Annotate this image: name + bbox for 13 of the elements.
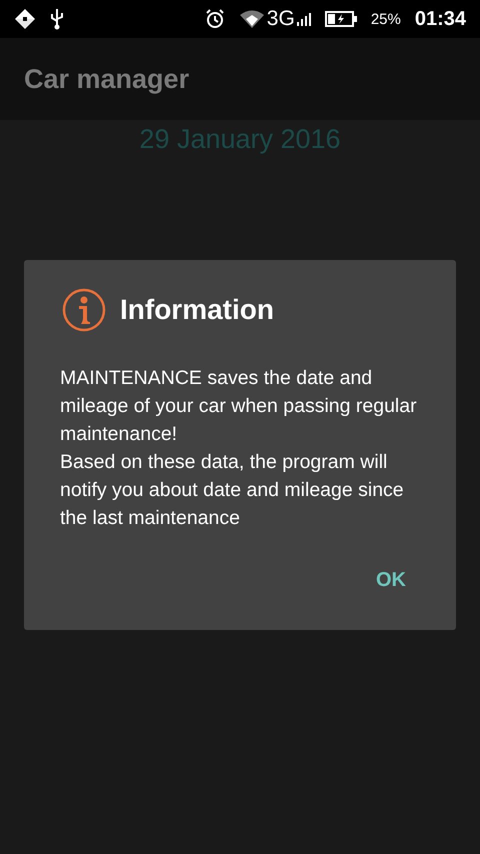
wifi-icon <box>238 9 265 29</box>
battery-charging-icon <box>324 11 357 27</box>
clock-time: 01:34 <box>414 8 466 30</box>
dialog-title: Information <box>120 294 274 326</box>
usb-icon <box>50 8 64 30</box>
app-title: Car manager <box>24 64 190 94</box>
ok-button[interactable]: OK <box>362 563 420 598</box>
dialog-message: MAINTENANCE saves the date and mileage of your car when passing regular maintenance! Based on these data, the program will notify you about date and mileage since the last maintenance <box>60 366 418 531</box>
info-icon <box>62 288 106 332</box>
signal-icon <box>296 12 311 26</box>
network-type: 3G <box>266 7 295 31</box>
alarm-icon <box>204 9 225 29</box>
battery-percent: 25% <box>370 10 401 28</box>
